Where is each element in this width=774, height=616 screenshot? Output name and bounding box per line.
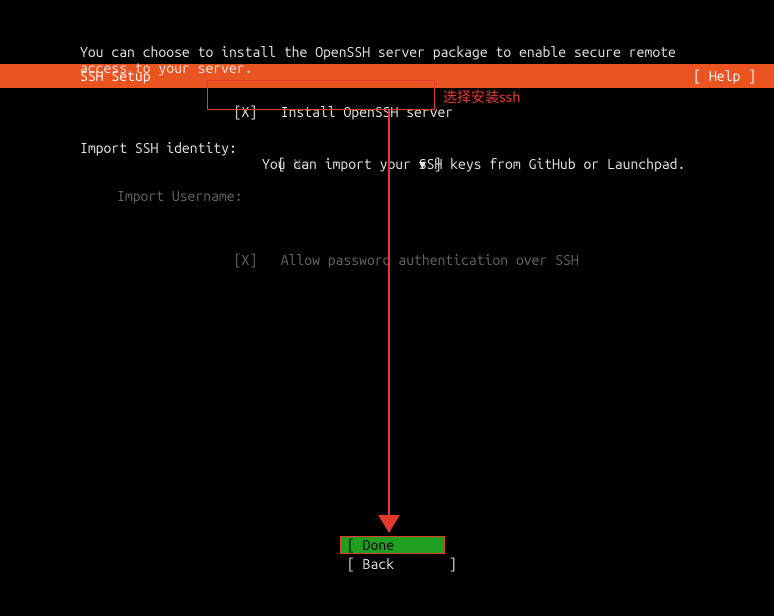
allow-password-checkbox: [X] Allow password authentication over S…: [218, 236, 774, 268]
highlight-box: [207, 80, 435, 110]
checkbox-mark: [X]: [234, 252, 258, 268]
intro-line-2: access to your server.: [80, 60, 774, 76]
intro-line-1: You can choose to install the OpenSSH se…: [80, 44, 774, 60]
back-button[interactable]: [ Back ]: [341, 555, 444, 573]
annotation-text: 选择安装ssh: [443, 87, 521, 107]
done-button[interactable]: [ Done ]: [340, 536, 445, 554]
annotation-arrow-line: [388, 110, 390, 520]
import-username-label: Import Username:: [117, 188, 774, 204]
annotation-arrow-head-icon: [378, 515, 400, 533]
import-identity-help: You can import your SSH keys from GitHub…: [262, 156, 774, 172]
allow-password-label: Allow password authentication over SSH: [281, 252, 579, 268]
